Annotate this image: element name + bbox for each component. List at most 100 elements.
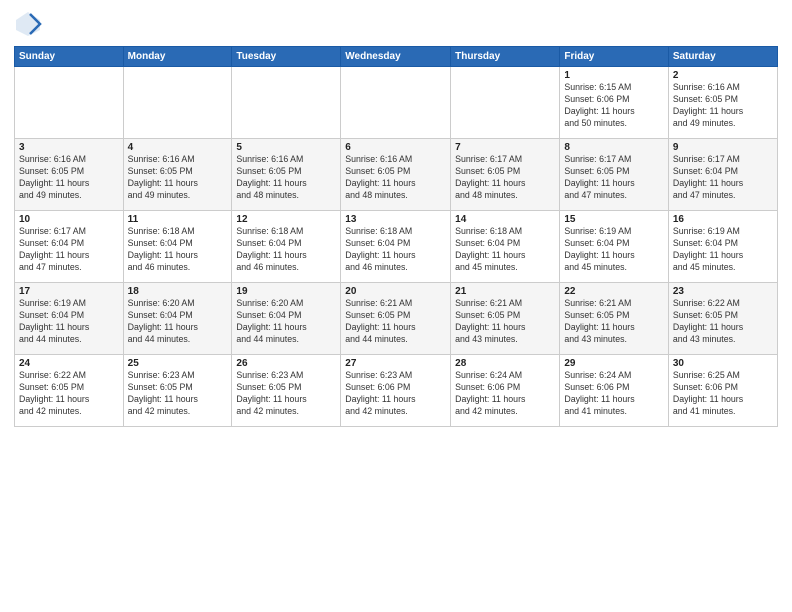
day-number: 11: [128, 214, 228, 225]
day-info: Sunrise: 6:18 AM Sunset: 6:04 PM Dayligh…: [128, 226, 228, 274]
day-info: Sunrise: 6:20 AM Sunset: 6:04 PM Dayligh…: [128, 298, 228, 346]
calendar-cell: 11Sunrise: 6:18 AM Sunset: 6:04 PM Dayli…: [123, 211, 232, 283]
day-info: Sunrise: 6:22 AM Sunset: 6:05 PM Dayligh…: [673, 298, 773, 346]
calendar-cell: 29Sunrise: 6:24 AM Sunset: 6:06 PM Dayli…: [560, 355, 669, 427]
day-info: Sunrise: 6:16 AM Sunset: 6:05 PM Dayligh…: [345, 154, 446, 202]
calendar-week-row: 17Sunrise: 6:19 AM Sunset: 6:04 PM Dayli…: [15, 283, 778, 355]
day-number: 29: [564, 358, 664, 369]
calendar-cell: 16Sunrise: 6:19 AM Sunset: 6:04 PM Dayli…: [668, 211, 777, 283]
calendar-header-row: SundayMondayTuesdayWednesdayThursdayFrid…: [15, 47, 778, 67]
calendar-week-row: 24Sunrise: 6:22 AM Sunset: 6:05 PM Dayli…: [15, 355, 778, 427]
day-info: Sunrise: 6:19 AM Sunset: 6:04 PM Dayligh…: [673, 226, 773, 274]
calendar-cell: 21Sunrise: 6:21 AM Sunset: 6:05 PM Dayli…: [451, 283, 560, 355]
day-info: Sunrise: 6:18 AM Sunset: 6:04 PM Dayligh…: [345, 226, 446, 274]
day-number: 22: [564, 286, 664, 297]
calendar-cell: 3Sunrise: 6:16 AM Sunset: 6:05 PM Daylig…: [15, 139, 124, 211]
day-number: 27: [345, 358, 446, 369]
day-info: Sunrise: 6:17 AM Sunset: 6:05 PM Dayligh…: [564, 154, 664, 202]
calendar-cell: 23Sunrise: 6:22 AM Sunset: 6:05 PM Dayli…: [668, 283, 777, 355]
calendar-cell: 22Sunrise: 6:21 AM Sunset: 6:05 PM Dayli…: [560, 283, 669, 355]
day-number: 21: [455, 286, 555, 297]
calendar-day-header: Monday: [123, 47, 232, 67]
day-number: 9: [673, 142, 773, 153]
day-number: 14: [455, 214, 555, 225]
calendar-cell: 4Sunrise: 6:16 AM Sunset: 6:05 PM Daylig…: [123, 139, 232, 211]
day-number: 17: [19, 286, 119, 297]
logo-icon: [14, 10, 42, 38]
calendar-cell: 24Sunrise: 6:22 AM Sunset: 6:05 PM Dayli…: [15, 355, 124, 427]
day-info: Sunrise: 6:17 AM Sunset: 6:04 PM Dayligh…: [673, 154, 773, 202]
calendar-cell: [123, 67, 232, 139]
day-number: 30: [673, 358, 773, 369]
calendar-cell: 27Sunrise: 6:23 AM Sunset: 6:06 PM Dayli…: [341, 355, 451, 427]
day-info: Sunrise: 6:19 AM Sunset: 6:04 PM Dayligh…: [19, 298, 119, 346]
calendar-day-header: Thursday: [451, 47, 560, 67]
day-info: Sunrise: 6:21 AM Sunset: 6:05 PM Dayligh…: [455, 298, 555, 346]
day-number: 25: [128, 358, 228, 369]
day-number: 12: [236, 214, 336, 225]
calendar-cell: [232, 67, 341, 139]
calendar-day-header: Friday: [560, 47, 669, 67]
day-info: Sunrise: 6:24 AM Sunset: 6:06 PM Dayligh…: [564, 370, 664, 418]
calendar-cell: 20Sunrise: 6:21 AM Sunset: 6:05 PM Dayli…: [341, 283, 451, 355]
day-info: Sunrise: 6:23 AM Sunset: 6:05 PM Dayligh…: [128, 370, 228, 418]
day-number: 2: [673, 70, 773, 81]
calendar-cell: 28Sunrise: 6:24 AM Sunset: 6:06 PM Dayli…: [451, 355, 560, 427]
calendar-cell: 13Sunrise: 6:18 AM Sunset: 6:04 PM Dayli…: [341, 211, 451, 283]
day-info: Sunrise: 6:24 AM Sunset: 6:06 PM Dayligh…: [455, 370, 555, 418]
day-number: 23: [673, 286, 773, 297]
day-number: 8: [564, 142, 664, 153]
day-info: Sunrise: 6:15 AM Sunset: 6:06 PM Dayligh…: [564, 82, 664, 130]
day-info: Sunrise: 6:20 AM Sunset: 6:04 PM Dayligh…: [236, 298, 336, 346]
calendar-cell: 7Sunrise: 6:17 AM Sunset: 6:05 PM Daylig…: [451, 139, 560, 211]
day-info: Sunrise: 6:21 AM Sunset: 6:05 PM Dayligh…: [564, 298, 664, 346]
calendar-week-row: 3Sunrise: 6:16 AM Sunset: 6:05 PM Daylig…: [15, 139, 778, 211]
day-info: Sunrise: 6:23 AM Sunset: 6:05 PM Dayligh…: [236, 370, 336, 418]
day-info: Sunrise: 6:16 AM Sunset: 6:05 PM Dayligh…: [19, 154, 119, 202]
day-info: Sunrise: 6:19 AM Sunset: 6:04 PM Dayligh…: [564, 226, 664, 274]
calendar-week-row: 1Sunrise: 6:15 AM Sunset: 6:06 PM Daylig…: [15, 67, 778, 139]
calendar-cell: 8Sunrise: 6:17 AM Sunset: 6:05 PM Daylig…: [560, 139, 669, 211]
calendar-cell: [15, 67, 124, 139]
calendar-day-header: Wednesday: [341, 47, 451, 67]
calendar-cell: [341, 67, 451, 139]
day-info: Sunrise: 6:16 AM Sunset: 6:05 PM Dayligh…: [236, 154, 336, 202]
day-info: Sunrise: 6:25 AM Sunset: 6:06 PM Dayligh…: [673, 370, 773, 418]
calendar-cell: 12Sunrise: 6:18 AM Sunset: 6:04 PM Dayli…: [232, 211, 341, 283]
day-number: 3: [19, 142, 119, 153]
day-number: 13: [345, 214, 446, 225]
header: [14, 10, 778, 38]
day-number: 18: [128, 286, 228, 297]
calendar-cell: 30Sunrise: 6:25 AM Sunset: 6:06 PM Dayli…: [668, 355, 777, 427]
calendar-week-row: 10Sunrise: 6:17 AM Sunset: 6:04 PM Dayli…: [15, 211, 778, 283]
day-number: 10: [19, 214, 119, 225]
logo: [14, 10, 46, 38]
day-number: 5: [236, 142, 336, 153]
day-number: 24: [19, 358, 119, 369]
day-info: Sunrise: 6:21 AM Sunset: 6:05 PM Dayligh…: [345, 298, 446, 346]
day-number: 6: [345, 142, 446, 153]
calendar-cell: 15Sunrise: 6:19 AM Sunset: 6:04 PM Dayli…: [560, 211, 669, 283]
day-info: Sunrise: 6:18 AM Sunset: 6:04 PM Dayligh…: [236, 226, 336, 274]
day-info: Sunrise: 6:17 AM Sunset: 6:04 PM Dayligh…: [19, 226, 119, 274]
calendar-cell: 17Sunrise: 6:19 AM Sunset: 6:04 PM Dayli…: [15, 283, 124, 355]
calendar-day-header: Tuesday: [232, 47, 341, 67]
calendar-table: SundayMondayTuesdayWednesdayThursdayFrid…: [14, 46, 778, 427]
calendar-cell: 2Sunrise: 6:16 AM Sunset: 6:05 PM Daylig…: [668, 67, 777, 139]
day-number: 20: [345, 286, 446, 297]
day-number: 26: [236, 358, 336, 369]
day-info: Sunrise: 6:17 AM Sunset: 6:05 PM Dayligh…: [455, 154, 555, 202]
day-info: Sunrise: 6:22 AM Sunset: 6:05 PM Dayligh…: [19, 370, 119, 418]
day-number: 19: [236, 286, 336, 297]
calendar-cell: 26Sunrise: 6:23 AM Sunset: 6:05 PM Dayli…: [232, 355, 341, 427]
calendar-day-header: Saturday: [668, 47, 777, 67]
day-number: 15: [564, 214, 664, 225]
day-number: 1: [564, 70, 664, 81]
day-number: 4: [128, 142, 228, 153]
day-number: 28: [455, 358, 555, 369]
calendar-day-header: Sunday: [15, 47, 124, 67]
page: SundayMondayTuesdayWednesdayThursdayFrid…: [0, 0, 792, 612]
calendar-cell: 14Sunrise: 6:18 AM Sunset: 6:04 PM Dayli…: [451, 211, 560, 283]
calendar-cell: 1Sunrise: 6:15 AM Sunset: 6:06 PM Daylig…: [560, 67, 669, 139]
calendar-cell: 6Sunrise: 6:16 AM Sunset: 6:05 PM Daylig…: [341, 139, 451, 211]
